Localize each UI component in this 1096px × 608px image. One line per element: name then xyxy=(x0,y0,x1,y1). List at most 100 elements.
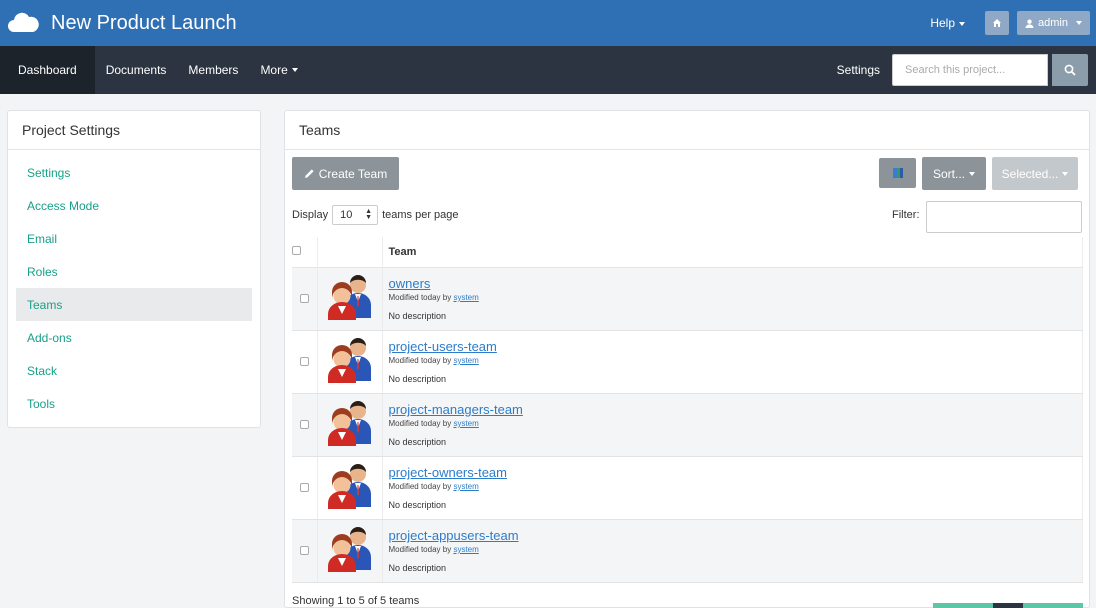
more-label: More xyxy=(260,63,288,77)
help-label: Help xyxy=(930,16,956,30)
team-link[interactable]: project-owners-team xyxy=(389,465,1083,480)
create-team-label: Create Team xyxy=(318,166,388,181)
team-name-cell: project-users-team Modified today by sys… xyxy=(382,330,1083,394)
pagination-controls xyxy=(933,603,1083,608)
row-checkbox[interactable] xyxy=(299,482,309,492)
modifier-link[interactable]: system xyxy=(453,545,478,554)
pagination-current-button[interactable] xyxy=(993,603,1023,608)
help-menu[interactable]: Help xyxy=(930,16,966,30)
updown-arrow-icon: ▲ ▼ xyxy=(365,208,373,221)
modified-info: Modified today by system xyxy=(389,419,1083,428)
pagination-next-button[interactable] xyxy=(1023,603,1083,608)
sort-button[interactable]: Sort... xyxy=(922,157,986,190)
table-row: project-users-team Modified today by sys… xyxy=(292,330,1083,394)
team-link[interactable]: owners xyxy=(389,276,1083,291)
home-button[interactable] xyxy=(985,11,1010,35)
nav-right: Settings xyxy=(837,54,1096,86)
modified-info: Modified today by system xyxy=(389,356,1083,365)
nav-item-dashboard[interactable]: Dashboard xyxy=(0,46,95,94)
cloud-logo-icon[interactable] xyxy=(5,10,41,36)
project-settings-panel: Project Settings Settings Access Mode Em… xyxy=(7,110,261,428)
page-size-value: 10 xyxy=(340,209,353,221)
search-button[interactable] xyxy=(1052,54,1088,86)
top-bar: New Product Launch Help admin xyxy=(0,0,1096,46)
modifier-link[interactable]: system xyxy=(453,419,478,428)
sidebar-item-stack[interactable]: Stack xyxy=(16,354,252,387)
team-description: No description xyxy=(388,563,447,573)
user-label: admin xyxy=(1038,17,1068,29)
nav-item-members[interactable]: Members xyxy=(177,46,249,94)
table-header-row: Team xyxy=(292,237,1083,268)
avatar-header xyxy=(317,237,383,268)
sidebar-item-add-ons[interactable]: Add-ons xyxy=(16,321,252,354)
team-description: No description xyxy=(388,374,447,384)
modifier-link[interactable]: system xyxy=(453,356,478,365)
nav-settings-link[interactable]: Settings xyxy=(837,63,880,77)
row-check-cell xyxy=(292,456,318,520)
team-avatar-cell xyxy=(317,330,383,394)
pagination-prev-button[interactable] xyxy=(933,603,993,608)
flag-button[interactable] xyxy=(879,158,916,188)
team-description: No description xyxy=(388,311,447,321)
team-description: No description xyxy=(388,437,447,447)
search-input[interactable] xyxy=(892,54,1048,86)
modified-info: Modified today by system xyxy=(389,482,1083,491)
selected-actions-button[interactable]: Selected... xyxy=(992,157,1078,190)
select-all-cell xyxy=(292,237,318,268)
team-name-cell: project-owners-team Modified today by sy… xyxy=(382,456,1083,520)
table-row: owners Modified today by system No descr… xyxy=(292,267,1083,331)
select-all-checkbox[interactable] xyxy=(292,245,301,255)
sidebar-item-access-mode[interactable]: Access Mode xyxy=(16,189,252,222)
row-checkbox[interactable] xyxy=(299,419,309,429)
create-team-button[interactable]: Create Team xyxy=(292,157,399,190)
sort-label: Sort... xyxy=(932,166,965,181)
chevron-down-icon xyxy=(1062,171,1069,176)
row-checkbox[interactable] xyxy=(299,545,309,555)
team-link[interactable]: project-managers-team xyxy=(389,402,1083,417)
team-name-cell: project-appusers-team Modified today by … xyxy=(382,519,1083,583)
team-link[interactable]: project-appusers-team xyxy=(389,528,1083,543)
table-row: project-managers-team Modified today by … xyxy=(292,393,1083,457)
modifier-link[interactable]: system xyxy=(453,482,478,491)
nav-item-documents[interactable]: Documents xyxy=(95,46,178,94)
chevron-down-icon xyxy=(959,21,966,26)
row-check-cell xyxy=(292,330,318,394)
pagination-summary: Showing 1 to 5 of 5 teams xyxy=(292,595,420,607)
user-menu-button[interactable]: admin xyxy=(1017,11,1090,35)
team-column-header[interactable]: Team xyxy=(382,237,1083,268)
app-title: New Product Launch xyxy=(51,11,237,34)
sidebar-item-settings[interactable]: Settings xyxy=(16,156,252,189)
page-title: Teams xyxy=(285,111,1089,150)
team-link[interactable]: project-users-team xyxy=(389,339,1083,354)
page-size-control: Display 10 ▲ ▼ teams per page xyxy=(292,205,459,225)
search-icon xyxy=(1064,64,1076,76)
filter-input[interactable] xyxy=(926,201,1082,233)
table-row: project-appusers-team Modified today by … xyxy=(292,519,1083,583)
chevron-down-icon xyxy=(291,68,298,72)
per-page-label: teams per page xyxy=(382,209,459,221)
chevron-down-icon xyxy=(1076,21,1082,25)
pencil-icon xyxy=(304,169,314,178)
page-size-select[interactable]: 10 ▲ ▼ xyxy=(332,205,379,225)
modifier-link[interactable]: system xyxy=(453,293,478,302)
team-avatar-cell xyxy=(317,519,383,583)
panel-title: Project Settings xyxy=(8,111,260,150)
modified-text: Modified today by xyxy=(388,545,452,554)
modified-text: Modified today by xyxy=(388,356,452,365)
team-avatar-icon xyxy=(327,275,371,320)
sidebar-item-email[interactable]: Email xyxy=(16,222,252,255)
nav-item-more[interactable]: More xyxy=(249,46,308,94)
modified-info: Modified today by system xyxy=(389,293,1083,302)
row-check-cell xyxy=(292,267,318,331)
team-avatar-cell xyxy=(317,393,383,457)
teams-table: Team owners Modified today by system No … xyxy=(292,237,1083,583)
sidebar-item-teams[interactable]: Teams xyxy=(16,288,252,321)
team-name-cell: project-managers-team Modified today by … xyxy=(382,393,1083,457)
row-checkbox[interactable] xyxy=(299,293,309,303)
sidebar-item-tools[interactable]: Tools xyxy=(16,387,252,420)
sidebar-item-roles[interactable]: Roles xyxy=(16,255,252,288)
main-nav: Dashboard Documents Members More Setting… xyxy=(0,46,1096,94)
top-right-controls: Help admin xyxy=(930,11,1096,35)
team-description: No description xyxy=(388,500,447,510)
row-checkbox[interactable] xyxy=(299,356,309,366)
